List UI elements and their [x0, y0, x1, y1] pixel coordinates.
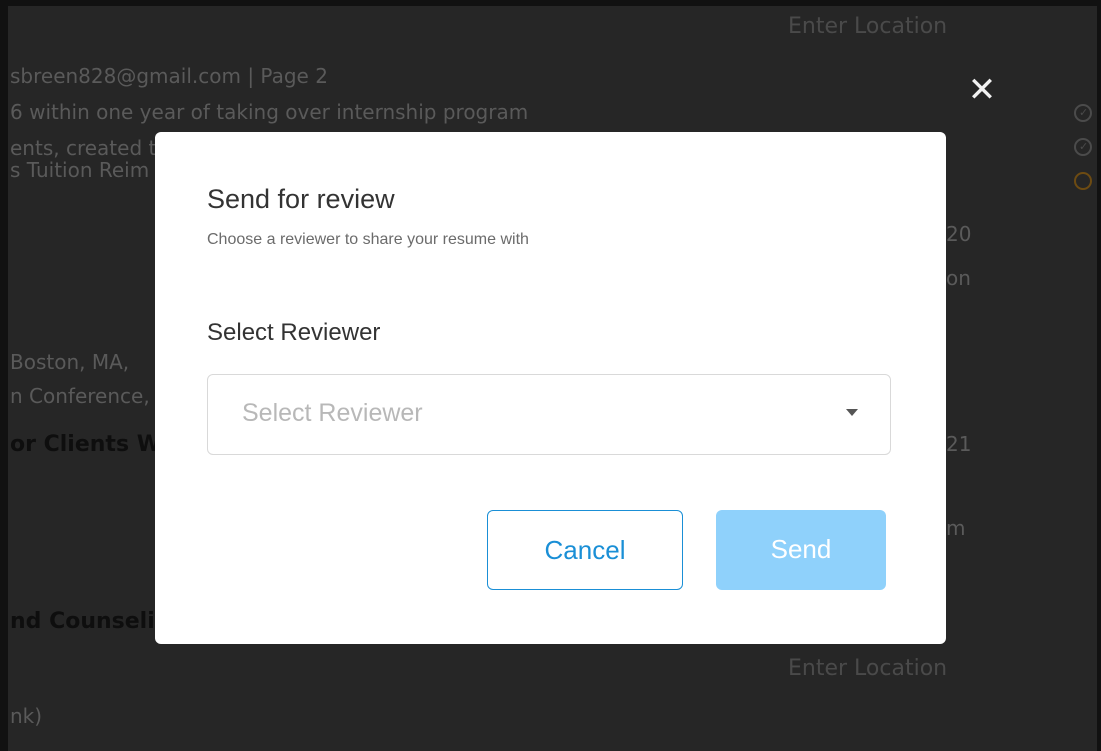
reviewer-field-label: Select Reviewer	[207, 319, 381, 346]
close-icon[interactable]: ✕	[964, 72, 1000, 108]
dialog-subtitle: Choose a reviewer to share your resume w…	[207, 231, 529, 248]
resume-text-fragment: m	[946, 516, 966, 540]
window-frame-right	[1097, 0, 1101, 751]
location-placeholder-top: Enter Location	[788, 14, 948, 39]
window-frame-top	[0, 0, 1101, 6]
window-frame-left	[0, 0, 8, 751]
dialog-title: Send for review	[207, 184, 395, 214]
resume-date-fragment: 20	[946, 222, 972, 246]
send-button[interactable]: Send	[716, 510, 886, 590]
resume-date-fragment: 21	[946, 432, 972, 456]
check-circle-icon: ✓	[1074, 138, 1092, 156]
resume-location-line: Boston, MA,	[10, 350, 130, 374]
reviewer-select-placeholder: Select Reviewer	[242, 399, 423, 427]
resume-bullet-line: s Tuition Reim	[10, 158, 150, 182]
resume-detail-line: n Conference,	[10, 384, 150, 408]
resume-bullet-line: 6 within one year of taking over interns…	[10, 100, 529, 124]
resume-heading: or Clients W	[10, 432, 161, 457]
reviewer-select[interactable]: Select Reviewer	[207, 374, 891, 455]
resume-text-fragment: on	[946, 266, 971, 290]
resume-bullet-line: ents, created t	[10, 136, 157, 160]
check-circle-icon: ✓	[1074, 104, 1092, 122]
cancel-button[interactable]: Cancel	[487, 510, 683, 590]
location-placeholder-bottom: Enter Location	[788, 656, 948, 681]
warning-circle-icon	[1074, 172, 1092, 190]
resume-contact-line: sbreen828@gmail.com | Page 2	[10, 64, 328, 88]
caret-down-icon	[846, 409, 858, 416]
resume-detail-line: nk)	[10, 704, 43, 728]
page-backdrop: Enter Location sbreen828@gmail.com | Pag…	[0, 0, 1101, 751]
send-for-review-dialog: Send for review Choose a reviewer to sha…	[155, 132, 946, 644]
resume-heading: nd Counseli	[10, 609, 155, 634]
